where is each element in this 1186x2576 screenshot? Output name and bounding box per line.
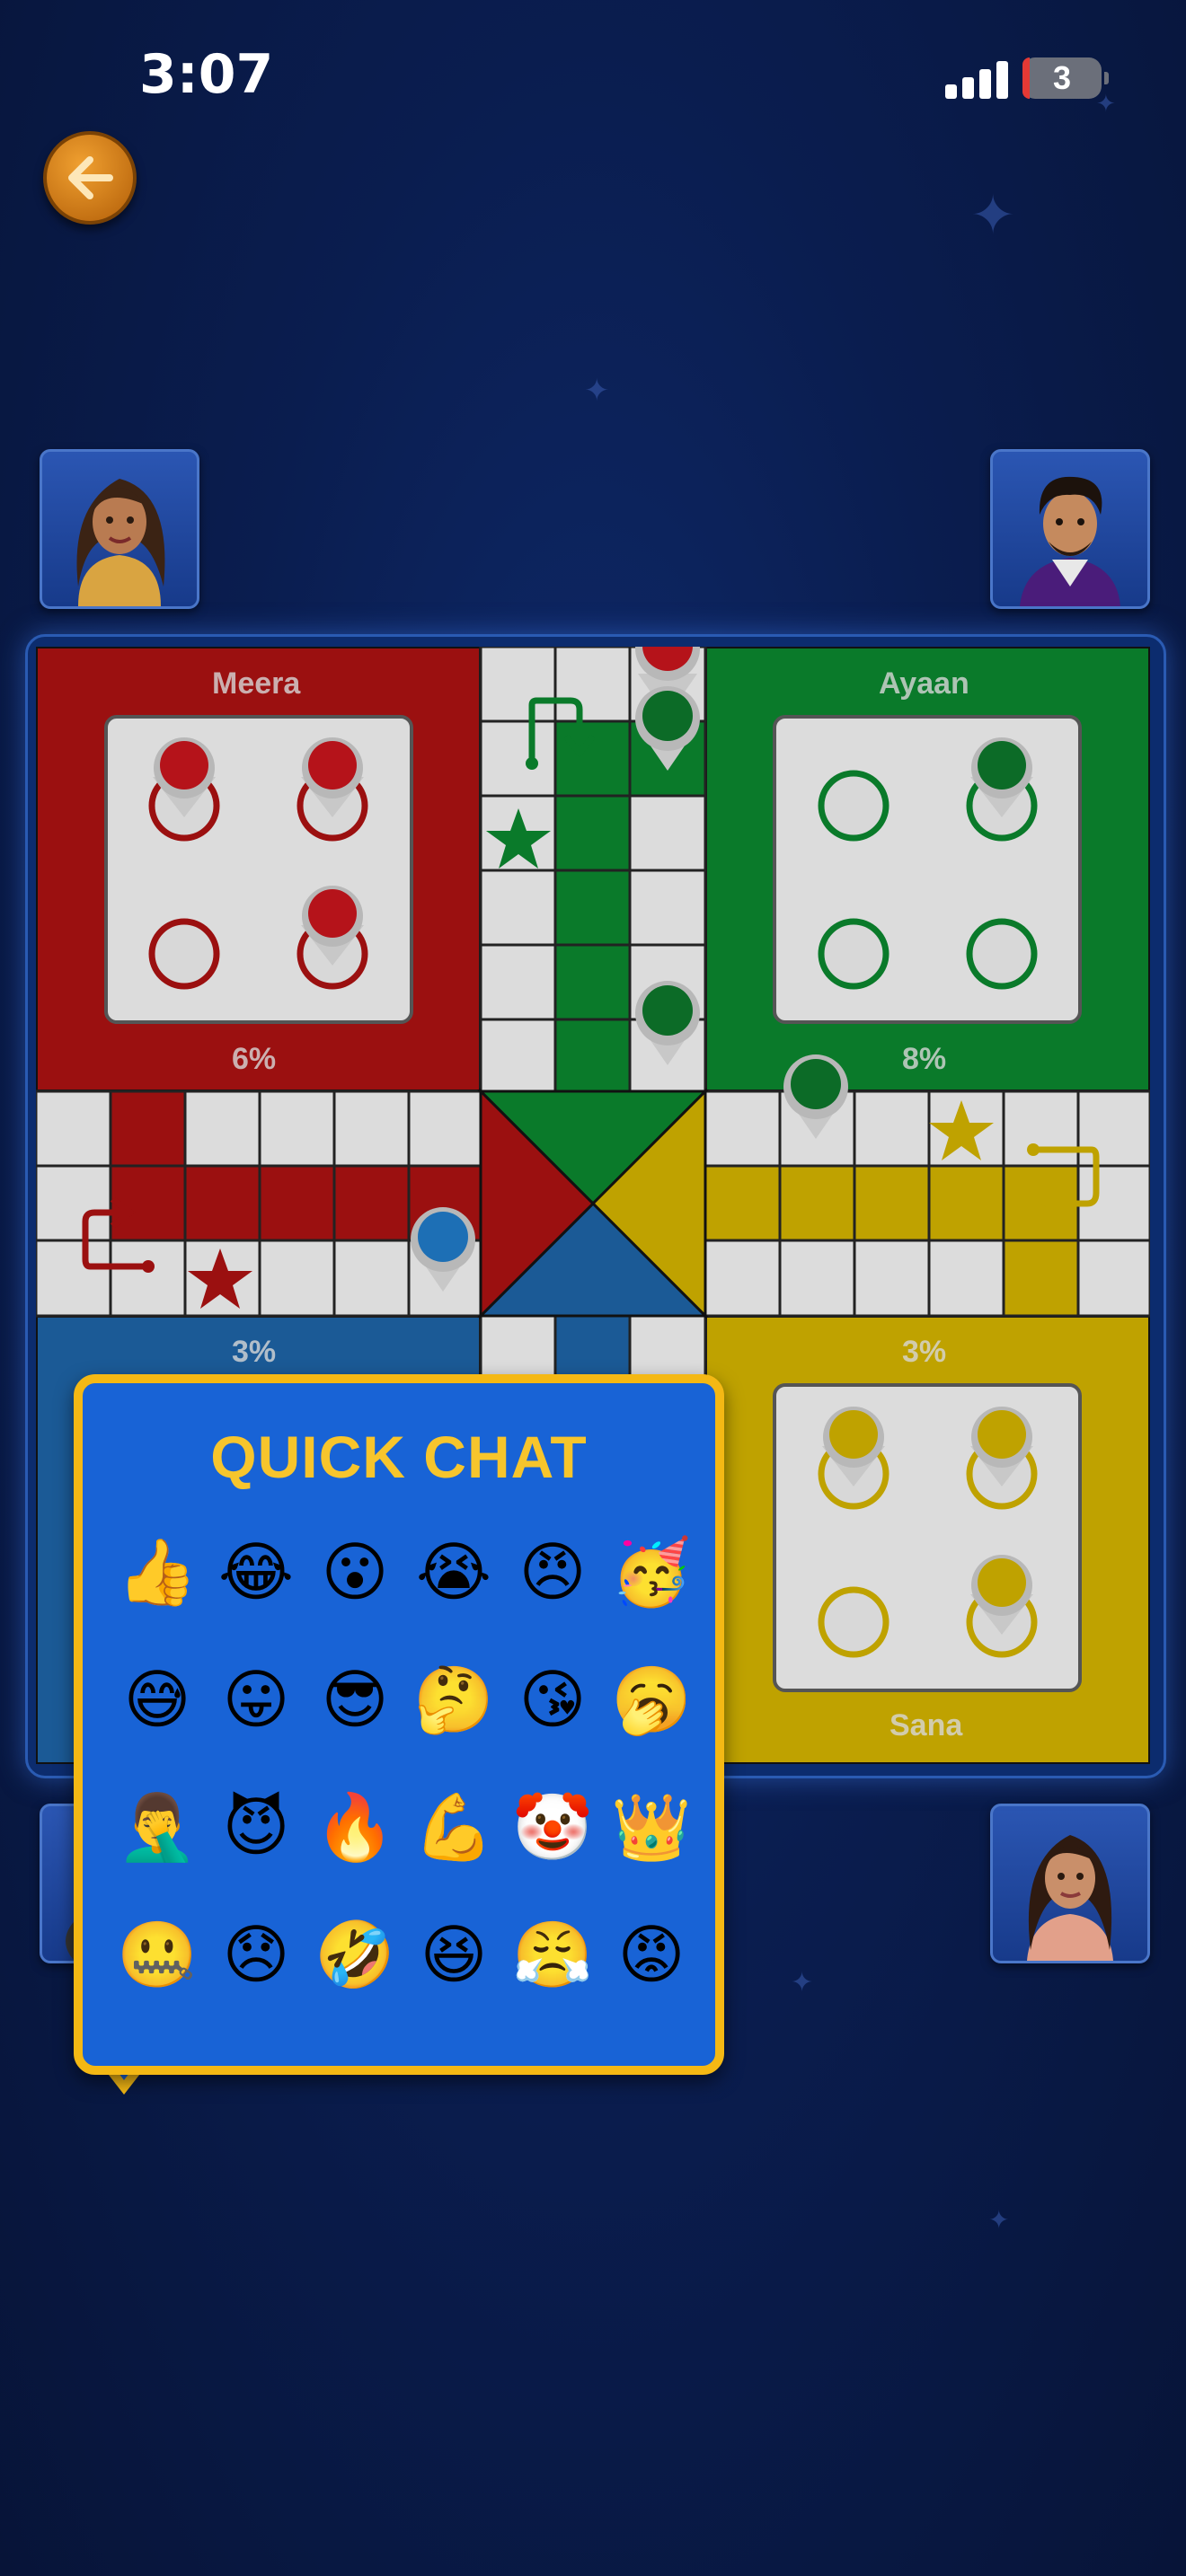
emoji-button[interactable]: 🤦‍♂️ bbox=[112, 1782, 202, 1872]
player-progress-red: 6% bbox=[232, 1042, 277, 1076]
quick-chat-popup: QUICK CHAT 👍 😂 😮 😭 😠 🥳 😅 😛 😎 🤔 😘 🥱 🤦‍♂️ 😈 🔥 💪 🤡 👑 🤐 😞 🤣 😆 😤 😡 bbox=[74, 1374, 724, 2075]
emoji-button[interactable]: 👑 bbox=[606, 1782, 696, 1872]
player-name-green: Ayaan bbox=[879, 666, 969, 701]
emoji-button[interactable]: 🤣 bbox=[310, 1910, 400, 1999]
status-time: 3:07 bbox=[139, 43, 274, 106]
battery-icon: 3 bbox=[1022, 57, 1109, 99]
emoji-button[interactable]: 😡 bbox=[606, 1910, 696, 1999]
emoji-button[interactable]: 💪 bbox=[409, 1782, 499, 1872]
sparkle: ✦ bbox=[791, 1968, 814, 1998]
emoji-button[interactable]: 🤡 bbox=[508, 1782, 597, 1872]
sparkle: ✦ bbox=[584, 374, 610, 408]
emoji-button[interactable]: 😎 bbox=[310, 1654, 400, 1744]
emoji-button[interactable]: 😅 bbox=[112, 1654, 202, 1744]
avatar-meera[interactable] bbox=[40, 449, 199, 609]
emoji-button[interactable]: 😛 bbox=[211, 1654, 301, 1744]
avatar-meera-image bbox=[76, 479, 165, 606]
emoji-button[interactable]: 😆 bbox=[409, 1910, 499, 1999]
avatar-ayaan[interactable] bbox=[990, 449, 1150, 609]
emoji-button[interactable]: 😘 bbox=[508, 1654, 597, 1744]
emoji-button[interactable]: 😮 bbox=[310, 1527, 400, 1617]
sparkle: ✦ bbox=[1096, 90, 1116, 117]
player-progress-yellow: 3% bbox=[902, 1335, 947, 1369]
emoji-button[interactable]: 😞 bbox=[211, 1910, 301, 1999]
avatar-ayaan-image bbox=[1020, 476, 1120, 606]
emoji-button[interactable]: 😠 bbox=[508, 1527, 597, 1617]
player-name-yellow: Sana bbox=[890, 1708, 963, 1742]
emoji-button[interactable]: 😂 bbox=[211, 1527, 301, 1617]
emoji-button[interactable]: 😤 bbox=[508, 1910, 597, 1999]
sparkle: ✦ bbox=[988, 2206, 1010, 2234]
emoji-button[interactable]: 👍 bbox=[112, 1527, 202, 1617]
emoji-button[interactable]: 😈 bbox=[211, 1782, 301, 1872]
emoji-button[interactable]: 🥱 bbox=[606, 1654, 696, 1744]
quick-chat-title: QUICK CHAT bbox=[210, 1424, 588, 1490]
arrow-left-icon bbox=[68, 156, 113, 199]
back-button[interactable] bbox=[43, 131, 137, 225]
emoji-button[interactable]: 🤐 bbox=[112, 1910, 202, 1999]
emoji-button[interactable]: 🔥 bbox=[310, 1782, 400, 1872]
player-progress-green: 8% bbox=[902, 1042, 947, 1076]
player-progress-blue: 3% bbox=[232, 1335, 277, 1369]
emoji-button[interactable]: 🥳 bbox=[606, 1527, 696, 1617]
emoji-button[interactable]: 😭 bbox=[409, 1527, 499, 1617]
battery-level: 3 bbox=[1052, 59, 1072, 96]
emoji-button[interactable]: 🤔 bbox=[409, 1654, 499, 1744]
avatar-sana[interactable] bbox=[990, 1804, 1150, 1963]
sparkle: ✦ bbox=[970, 185, 1016, 245]
signal-bars-icon bbox=[945, 59, 1008, 99]
avatar-sana-image bbox=[1027, 1835, 1113, 1961]
player-name-red: Meera bbox=[212, 666, 301, 701]
